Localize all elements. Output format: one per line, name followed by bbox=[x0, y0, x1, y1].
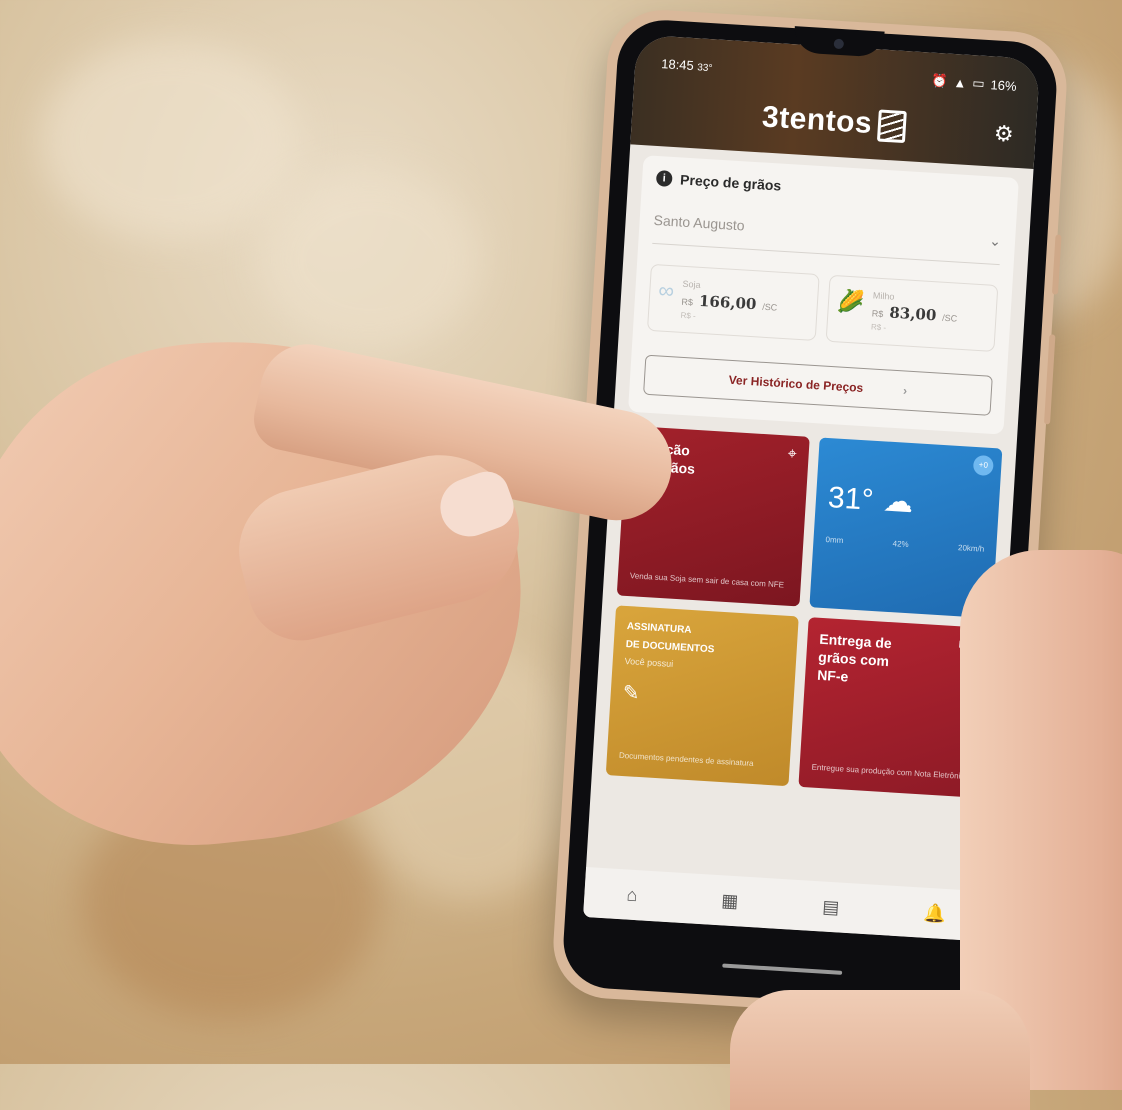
info-icon: i bbox=[655, 170, 673, 187]
dashboard-icon[interactable]: ▦ bbox=[721, 890, 739, 912]
battery-icon: ▭ bbox=[971, 75, 986, 91]
power-button bbox=[1043, 334, 1056, 425]
brand-logo: 3tentos bbox=[631, 92, 1036, 151]
tile-description: Venda sua Soja sem sair de casa com NFE bbox=[629, 571, 785, 590]
card-header: i Preço de grãos bbox=[655, 170, 1004, 207]
price-value: 83,00 bbox=[888, 303, 937, 325]
status-icons: ⏰ ▲ ▭ 16% bbox=[931, 73, 1017, 94]
background-bokeh bbox=[40, 40, 300, 240]
right-hand-palm bbox=[730, 990, 1030, 1110]
price-history-button[interactable]: Ver Histórico de Preços › bbox=[643, 354, 993, 416]
price-unit: /SC bbox=[761, 301, 778, 313]
chevron-right-icon: › bbox=[902, 383, 908, 398]
location-select[interactable]: Santo Augusto ⌄ bbox=[652, 211, 1002, 266]
price-item-milho[interactable]: 🌽 Milho R$ 83,00 /SC R$ - bbox=[825, 274, 999, 352]
rain-value: 0mm bbox=[825, 535, 844, 546]
cloud-icon: ☁ bbox=[882, 484, 915, 520]
price-unit: /SC bbox=[941, 312, 958, 324]
gear-icon[interactable]: ⚙ bbox=[993, 121, 1014, 148]
wind-value: 20km/h bbox=[957, 543, 985, 554]
brand-mark-icon bbox=[877, 109, 907, 144]
alarm-icon: ⏰ bbox=[930, 72, 949, 89]
map-pin-icon: ⌖ bbox=[787, 445, 798, 464]
price-item-soja[interactable]: ∞ Soja R$ 166,00 /SC R$ - bbox=[646, 263, 820, 342]
document-icon[interactable]: ▤ bbox=[822, 896, 840, 918]
battery-level: 16% bbox=[990, 76, 1018, 94]
humidity-value: 42% bbox=[892, 539, 909, 550]
weather-badge: +0 bbox=[972, 454, 994, 477]
bottom-navigation: ⌂ ▦ ▤ 🔔 bbox=[583, 866, 990, 942]
tile-document-signing[interactable]: ASSINATURA DE DOCUMENTOS Você possui ✎ D… bbox=[605, 605, 799, 787]
tile-description: Entregue sua produção com Nota Eletrônic… bbox=[811, 762, 970, 782]
background-bokeh bbox=[260, 170, 480, 350]
price-currency: R$ bbox=[681, 296, 694, 308]
bell-icon[interactable]: 🔔 bbox=[923, 902, 947, 924]
price-currency: R$ bbox=[871, 308, 884, 320]
grain-prices-card: i Preço de grãos Santo Augusto ⌄ ∞ Soja … bbox=[627, 155, 1019, 435]
home-icon[interactable]: ⌂ bbox=[626, 884, 638, 906]
weather-temperature: 31° ☁ bbox=[827, 480, 915, 520]
soybean-icon: ∞ bbox=[657, 277, 675, 304]
location-value: Santo Augusto bbox=[653, 211, 746, 234]
card-title: Preço de grãos bbox=[679, 171, 782, 194]
status-bar: 18:45 33° ⏰ ▲ ▭ 16% bbox=[661, 56, 1017, 94]
tile-title: Entrega de grãos com NF-e bbox=[816, 630, 893, 685]
tile-description: Documentos pendentes de assinatura bbox=[618, 750, 754, 769]
home-indicator[interactable] bbox=[722, 963, 843, 975]
signal-icon: ▲ bbox=[953, 74, 967, 91]
price-value: 166,00 bbox=[698, 291, 757, 314]
clock: 18:45 33° bbox=[660, 56, 713, 75]
weather-details: 0mm 42% 20km/h bbox=[825, 535, 984, 554]
price-list: ∞ Soja R$ 166,00 /SC R$ - 🌽 Milho R$ 83,… bbox=[646, 263, 999, 352]
chevron-down-icon: ⌄ bbox=[988, 232, 1002, 250]
price-history-label: Ver Histórico de Preços bbox=[728, 372, 864, 395]
corn-icon: 🌽 bbox=[836, 288, 866, 315]
signature-icon: ✎ bbox=[622, 681, 641, 705]
